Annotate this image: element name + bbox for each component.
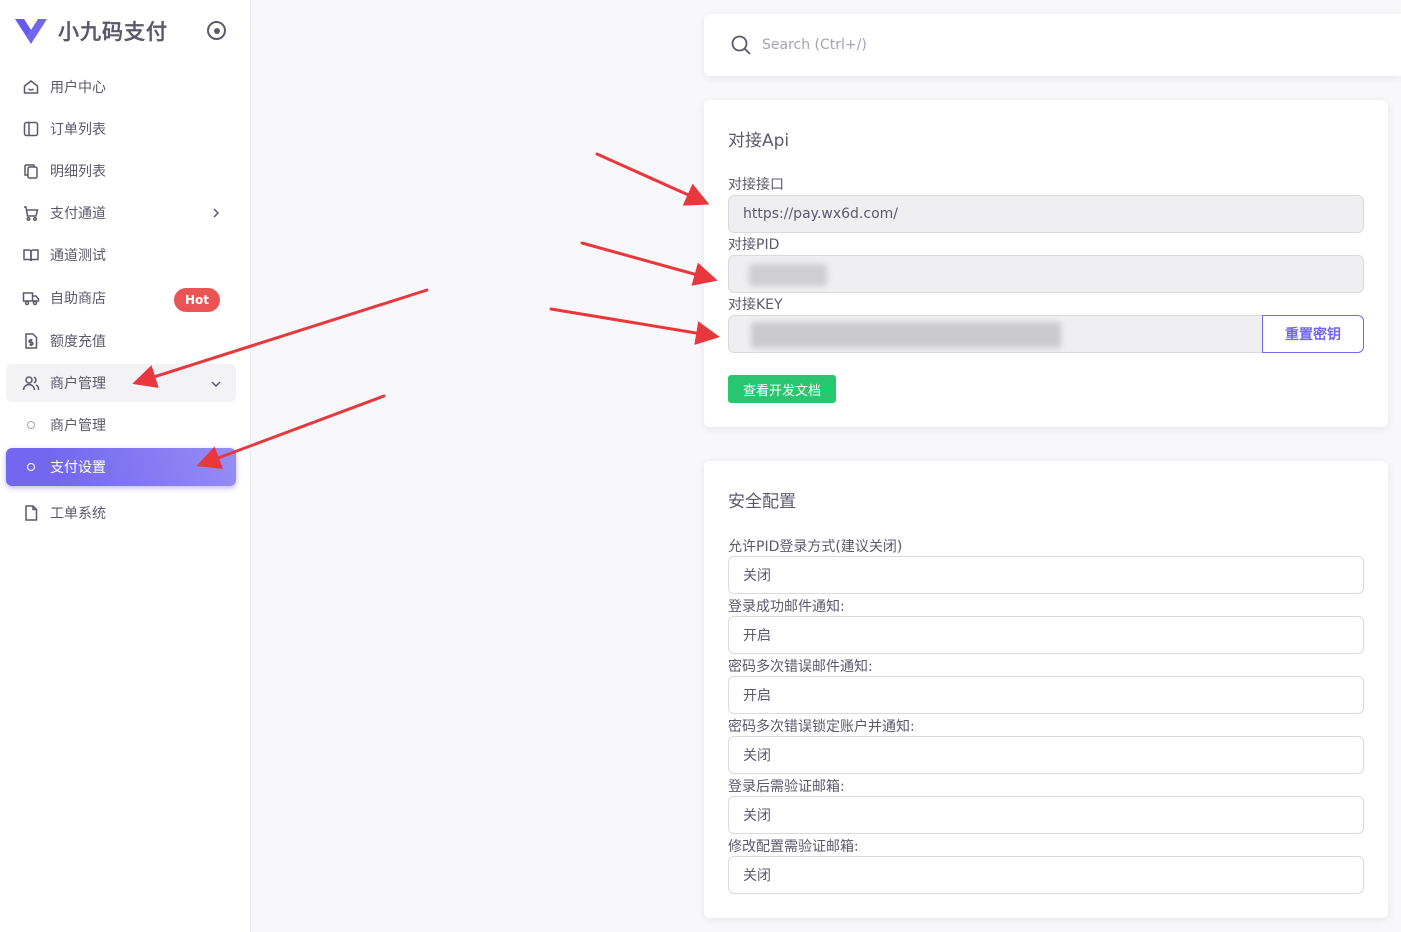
sidebar-item-label: 商户管理 [50, 418, 106, 434]
file-icon [25, 505, 38, 521]
sidebar-item-pay-channels[interactable]: 支付通道 [6, 194, 236, 232]
select-value: 开启 [743, 628, 771, 644]
sidebar-item-label: 工单系统 [50, 506, 106, 522]
pid-login-select[interactable]: 关闭 [728, 556, 1364, 594]
card-title: 对接Api [728, 131, 790, 151]
sidebar-item-orders[interactable]: 订单列表 [6, 110, 236, 148]
api-url-label: 对接接口 [728, 177, 784, 193]
sidebar-item-merchant-management[interactable]: 商户管理 [6, 364, 236, 402]
sidebar-item-label: 支付设置 [50, 460, 106, 476]
password-lock-label: 密码多次错误锁定账户并通知: [728, 719, 915, 735]
book-icon [23, 249, 39, 262]
login-email-notify-label: 登录成功邮件通知: [728, 599, 845, 615]
truck-icon [22, 292, 40, 306]
search-input[interactable]: Search (Ctrl+/) [762, 37, 867, 53]
reset-key-button[interactable]: 重置密钥 [1262, 315, 1364, 353]
pid-login-label: 允许PID登录方式(建议关闭) [728, 539, 903, 555]
security-card: 安全配置 允许PID登录方式(建议关闭) 关闭 登录成功邮件通知: 开启 密码多… [704, 461, 1388, 918]
sidebar-item-channel-test[interactable]: 通道测试 [6, 236, 236, 274]
arrow-to-api-url [595, 152, 710, 206]
users-icon [22, 376, 40, 391]
sidebar-item-user-center[interactable]: 用户中心 [6, 68, 236, 106]
login-email-notify-select[interactable]: 开启 [728, 616, 1364, 654]
sidebar-item-label: 通道测试 [50, 248, 106, 264]
login-verify-email-select[interactable]: 关闭 [728, 796, 1364, 834]
dollar-file-icon [25, 333, 38, 349]
api-card: 对接Api 对接接口 https://pay.wx6d.com/ 对接PID 对… [704, 100, 1388, 427]
arrow-to-api-key [549, 307, 720, 345]
sidebar-item-tickets[interactable]: 工单系统 [6, 494, 236, 532]
config-verify-email-label: 修改配置需验证邮箱: [728, 839, 859, 855]
sidebar-item-label: 支付通道 [50, 206, 106, 222]
brand[interactable]: 小九码支付 [14, 14, 239, 48]
copy-icon [24, 164, 38, 179]
password-error-notify-label: 密码多次错误邮件通知: [728, 659, 873, 675]
circle-icon [27, 421, 35, 429]
config-verify-email-select[interactable]: 关闭 [728, 856, 1364, 894]
v-logo-icon [15, 19, 47, 44]
sidebar-item-details[interactable]: 明细列表 [6, 152, 236, 190]
sidebar: 小九码支付 用户中心 订单列表 明细列表 支付通道 通道测试 自助商店 Hot … [0, 0, 251, 932]
select-value: 关闭 [743, 568, 771, 584]
search-icon [731, 35, 751, 55]
cart-icon [24, 206, 39, 221]
chevron-right-icon [213, 208, 220, 218]
api-pid-field[interactable] [728, 255, 1364, 293]
api-key-label: 对接KEY [728, 297, 783, 313]
card-title: 安全配置 [728, 492, 796, 512]
redacted-pid [749, 264, 827, 286]
sidebar-item-label: 商户管理 [50, 376, 106, 392]
layout-icon [23, 121, 39, 137]
select-value: 开启 [743, 688, 771, 704]
hot-badge: Hot [173, 288, 220, 312]
api-pid-label: 对接PID [728, 237, 780, 253]
api-url-field[interactable]: https://pay.wx6d.com/ [728, 195, 1364, 233]
select-value: 关闭 [743, 808, 771, 824]
select-value: 关闭 [743, 748, 771, 764]
redacted-key [751, 322, 1061, 348]
password-lock-select[interactable]: 关闭 [728, 736, 1364, 774]
sidebar-subitem-pay-settings[interactable]: 支付设置 [6, 448, 236, 486]
sidebar-item-self-store[interactable]: 自助商店 Hot [6, 279, 236, 317]
select-value: 关闭 [743, 868, 771, 884]
view-docs-button[interactable]: 查看开发文档 [728, 375, 836, 403]
brand-name: 小九码支付 [58, 20, 168, 44]
sidebar-item-label: 额度充值 [50, 334, 106, 350]
sidebar-item-recharge[interactable]: 额度充值 [6, 322, 236, 360]
sidebar-item-label: 订单列表 [50, 122, 106, 138]
sidebar-item-label: 明细列表 [50, 164, 106, 180]
circle-icon [27, 463, 35, 471]
sidebar-toggle-icon[interactable] [207, 21, 226, 40]
arrow-to-api-pid [580, 241, 718, 286]
sidebar-subitem-merchant-management[interactable]: 商户管理 [6, 406, 236, 444]
sidebar-item-label: 用户中心 [50, 80, 106, 96]
search-bar[interactable]: Search (Ctrl+/) [704, 14, 1401, 76]
login-verify-email-label: 登录后需验证邮箱: [728, 779, 845, 795]
password-error-notify-select[interactable]: 开启 [728, 676, 1364, 714]
api-key-field[interactable] [728, 315, 1268, 353]
home-icon [23, 80, 39, 94]
api-url-value: https://pay.wx6d.com/ [743, 206, 898, 222]
chevron-down-icon [211, 381, 221, 388]
